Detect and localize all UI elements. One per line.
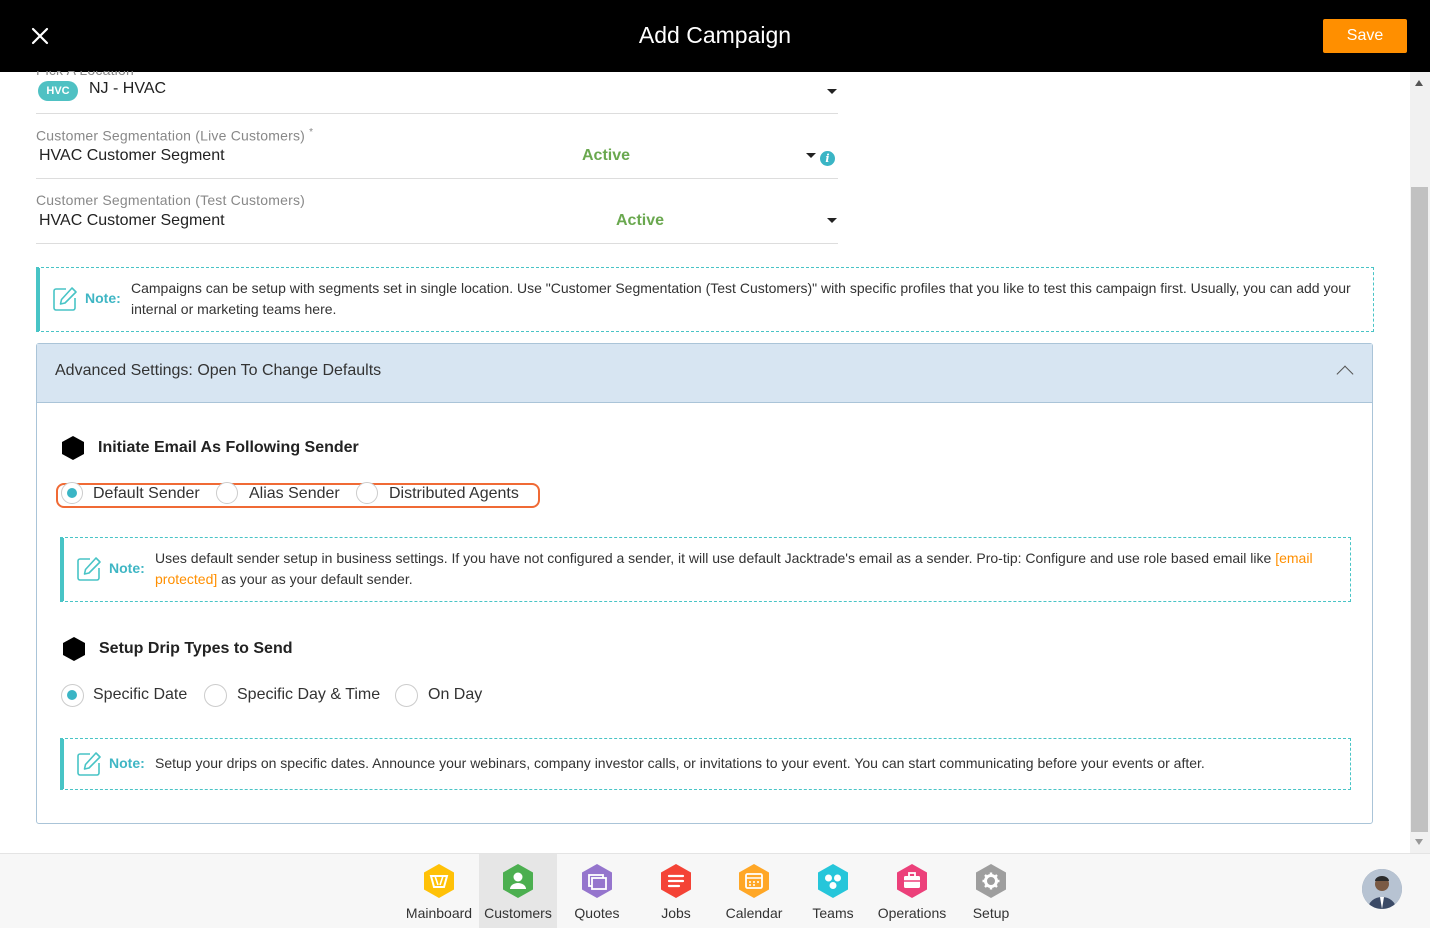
live-segment-dropdown-icon[interactable] [806,153,816,158]
customers-icon [503,864,533,898]
note-text: Setup your drips on specific dates. Anno… [155,755,1205,771]
nav-label: Setup [972,905,1010,921]
radio-specific-day-time-label[interactable]: Specific Day & Time [237,686,380,704]
note-label: Note: [85,290,121,306]
nav-calendar[interactable]: Calendar [715,854,793,928]
chevron-up-icon[interactable] [1336,365,1354,383]
test-segment-dropdown-icon[interactable] [827,218,837,223]
note-text: Uses default sender setup in business se… [155,550,1313,587]
nav-mainboard[interactable]: Mainboard [400,854,478,928]
note-label: Note: [109,560,145,576]
teams-icon [818,864,848,898]
info-icon[interactable]: i [820,151,835,166]
location-value: NJ - HVAC [89,80,167,97]
radio-specific-day-time[interactable] [204,684,227,707]
edit-note-icon [77,752,101,776]
radio-alias-sender[interactable] [216,482,238,504]
test-segment-label: Customer Segmentation (Test Customers) [36,192,306,208]
live-segment-status: Active [582,147,631,164]
drip-note: Note: Setup your drips on specific dates… [60,738,1351,790]
quotes-icon [582,864,612,898]
nav-customers[interactable]: Customers [479,854,557,928]
hexagon-icon [62,436,84,460]
jobs-icon [661,864,691,898]
nav-teams[interactable]: Teams [794,854,872,928]
location-label: Pick A Location [36,62,134,78]
advanced-settings-header[interactable]: Advanced Settings: Open To Change Defaul… [37,344,1372,403]
nav-quotes[interactable]: Quotes [558,854,636,928]
edit-note-icon [77,557,101,581]
bottom-navigation: Mainboard Customers Quotes Jobs Calendar [0,853,1430,928]
mainboard-icon [424,864,454,898]
sender-section-title: Initiate Email As Following Sender [98,439,359,456]
test-segment-value: HVAC Customer Segment [39,212,225,229]
save-button[interactable]: Save [1323,19,1407,53]
nav-operations[interactable]: Operations [873,854,951,928]
live-segment-select[interactable]: Customer Segmentation (Live Customers) *… [36,126,838,179]
edit-note-icon [53,287,77,311]
nav-setup[interactable]: Setup [952,854,1030,928]
required-mark: * [309,127,314,138]
drip-section-title: Setup Drip Types to Send [99,640,293,657]
test-segment-status: Active [616,212,665,229]
radio-default-sender-label[interactable]: Default Sender [93,485,200,503]
calendar-icon [739,864,769,898]
sender-note: Note: Uses default sender setup in busin… [60,537,1351,602]
location-dropdown-icon[interactable] [827,89,837,94]
page-title: Add Campaign [638,22,792,48]
live-segment-label: Customer Segmentation (Live Customers) * [36,127,314,144]
radio-specific-date-label[interactable]: Specific Date [93,686,187,704]
scrollbar-thumb[interactable] [1411,187,1428,832]
segments-note: Note: Campaigns can be setup with segmen… [36,267,1374,332]
avatar-image [1362,869,1402,909]
nav-jobs[interactable]: Jobs [637,854,715,928]
operations-icon [897,864,927,898]
scroll-down-arrow-icon[interactable] [1415,839,1423,845]
radio-on-day-label[interactable]: On Day [428,686,482,704]
advanced-settings-title: Advanced Settings: Open To Change Defaul… [55,362,382,379]
scroll-up-arrow-icon[interactable] [1415,80,1423,86]
setup-icon [976,864,1006,898]
radio-distributed-agents[interactable] [356,482,378,504]
location-select[interactable]: Pick A Location HVC NJ - HVAC [36,62,838,114]
live-segment-value: HVAC Customer Segment [39,147,225,164]
radio-default-sender[interactable] [61,482,83,504]
note-label: Note: [109,755,145,771]
hexagon-icon [63,637,85,661]
test-segment-select[interactable]: Customer Segmentation (Test Customers) H… [36,191,838,244]
radio-alias-sender-label[interactable]: Alias Sender [249,485,340,503]
radio-specific-date[interactable] [61,684,84,707]
location-badge: HVC [38,81,78,101]
radio-distributed-agents-label[interactable]: Distributed Agents [389,485,519,503]
radio-on-day[interactable] [395,684,418,707]
note-text: Campaigns can be setup with segments set… [131,280,1351,317]
user-avatar[interactable] [1362,869,1402,909]
